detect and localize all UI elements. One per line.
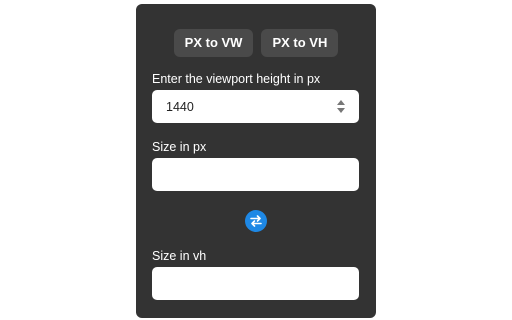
swap-arrows-icon <box>250 215 262 227</box>
size-px-field[interactable] <box>152 158 359 191</box>
mode-tabs: PX to VW PX to VH <box>136 29 376 57</box>
spin-up-icon[interactable] <box>337 100 345 105</box>
viewport-height-field[interactable] <box>152 90 359 123</box>
viewport-height-label: Enter the viewport height in px <box>152 72 321 86</box>
viewport-height-input[interactable] <box>152 90 359 123</box>
size-px-label: Size in px <box>152 140 207 154</box>
size-vh-label: Size in vh <box>152 249 207 263</box>
size-vh-field[interactable] <box>152 267 359 300</box>
px-to-vh-button[interactable]: PX to VH <box>261 29 339 57</box>
size-px-input[interactable] <box>152 158 359 191</box>
converter-panel: PX to VW PX to VH Enter the viewport hei… <box>136 4 376 318</box>
number-spinner[interactable] <box>337 98 345 115</box>
px-to-vw-button[interactable]: PX to VW <box>173 29 254 57</box>
spin-down-icon[interactable] <box>337 108 345 113</box>
size-vh-input[interactable] <box>152 267 359 300</box>
swap-button[interactable] <box>245 210 267 232</box>
